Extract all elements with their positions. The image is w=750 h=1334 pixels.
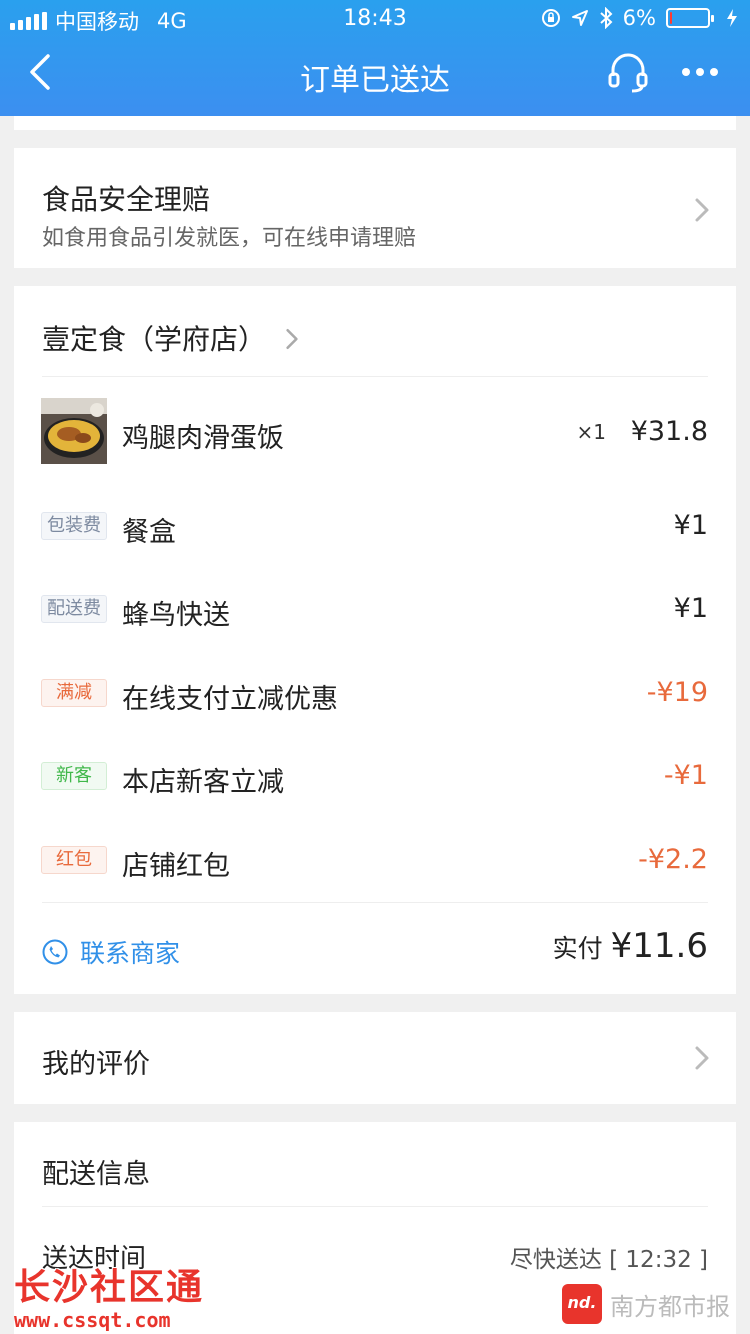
contact-label: 联系商家 xyxy=(80,939,181,968)
shop-name: 壹定食（学府店） xyxy=(42,323,267,356)
fee-price: ¥1 xyxy=(673,510,708,541)
order-detail-card: 壹定食（学府店） 鸡腿肉滑蛋饭 ×1 ¥31.8 包装费 餐盒 ¥1 配送费 蜂… xyxy=(14,286,736,994)
delivery-title: 配送信息 xyxy=(42,1159,150,1190)
more-dots-icon[interactable] xyxy=(680,60,720,84)
bluetooth-icon xyxy=(600,7,613,29)
nandu-logo: nd. xyxy=(562,1284,602,1324)
item-price: ¥31.8 xyxy=(630,416,708,447)
chevron-right-icon xyxy=(695,198,709,222)
paid-amount: ¥11.6 xyxy=(610,926,708,966)
fee-price: ¥1 xyxy=(673,593,708,624)
discount-price: -¥19 xyxy=(646,677,708,708)
order-item-row: 鸡腿肉滑蛋饭 ×1 ¥31.8 xyxy=(14,408,736,458)
discount-row: 红包 店铺红包 -¥2.2 xyxy=(14,836,736,886)
paid-total: 实付 ¥11.6 xyxy=(553,926,708,966)
rotation-lock-icon xyxy=(541,9,560,27)
review-title: 我的评价 xyxy=(42,1049,150,1080)
claim-subtitle: 如食用食品引发就医，可在线申请理赔 xyxy=(42,226,417,251)
discount-row: 新客 本店新客立减 -¥1 xyxy=(14,752,736,802)
chevron-right-icon xyxy=(286,328,298,350)
discount-price: -¥1 xyxy=(663,760,708,791)
discount-price: -¥2.2 xyxy=(638,844,708,875)
nandu-name: 南方都市报 xyxy=(610,1292,730,1321)
claim-title: 食品安全理赔 xyxy=(42,183,211,216)
discount-name: 本店新客立减 xyxy=(122,767,284,798)
battery-fill xyxy=(670,12,672,24)
fee-row: 包装费 餐盒 ¥1 xyxy=(14,502,736,552)
divider xyxy=(42,1206,708,1207)
delivery-time-value: 尽快送达 [ 12:32 ] xyxy=(509,1247,708,1273)
fee-name: 蜂鸟快送 xyxy=(122,600,230,631)
headset-icon[interactable] xyxy=(606,50,650,94)
header-bar: 中国移动 4G 18:43 6% 订单已送达 xyxy=(0,0,750,116)
fee-tag: 包装费 xyxy=(41,512,107,540)
discount-name: 在线支付立减优惠 xyxy=(122,684,338,715)
previous-card-edge xyxy=(14,116,736,130)
discount-row: 满减 在线支付立减优惠 -¥19 xyxy=(14,669,736,719)
fee-name: 餐盒 xyxy=(122,517,176,548)
charging-icon xyxy=(727,9,737,27)
nav-bar: 订单已送达 xyxy=(0,38,750,116)
divider xyxy=(42,902,708,903)
battery-percent: 6% xyxy=(622,6,656,30)
watermark-cssqt: 长沙社区通 www.cssqt.com xyxy=(14,1258,204,1332)
fee-tag: 配送费 xyxy=(41,595,107,623)
status-bar: 中国移动 4G 18:43 6% xyxy=(0,0,750,38)
discount-tag: 新客 xyxy=(41,762,107,790)
watermark-url: www.cssqt.com xyxy=(14,1308,171,1332)
phone-icon xyxy=(42,939,68,965)
item-qty: ×1 xyxy=(576,420,606,444)
location-icon xyxy=(571,10,588,26)
fee-row: 配送费 蜂鸟快送 ¥1 xyxy=(14,585,736,635)
my-review-card[interactable]: 我的评价 xyxy=(14,1012,736,1104)
discount-tag: 满减 xyxy=(41,679,107,707)
watermark-nandu: nd. 南方都市报 xyxy=(562,1284,730,1324)
chevron-right-icon xyxy=(695,1046,709,1070)
food-safety-claim-card[interactable]: 食品安全理赔 如食用食品引发就医，可在线申请理赔 xyxy=(14,148,736,268)
status-right: 6% xyxy=(541,6,738,30)
paid-label: 实付 xyxy=(552,934,603,963)
battery-icon xyxy=(666,8,714,28)
divider xyxy=(42,376,708,377)
watermark-title: 长沙社区通 xyxy=(14,1267,205,1308)
discount-tag: 红包 xyxy=(41,846,107,874)
contact-merchant-button[interactable]: 联系商家 xyxy=(42,934,180,970)
shop-name-link[interactable]: 壹定食（学府店） xyxy=(42,318,299,358)
discount-name: 店铺红包 xyxy=(122,851,230,882)
item-name: 鸡腿肉滑蛋饭 xyxy=(122,423,284,454)
